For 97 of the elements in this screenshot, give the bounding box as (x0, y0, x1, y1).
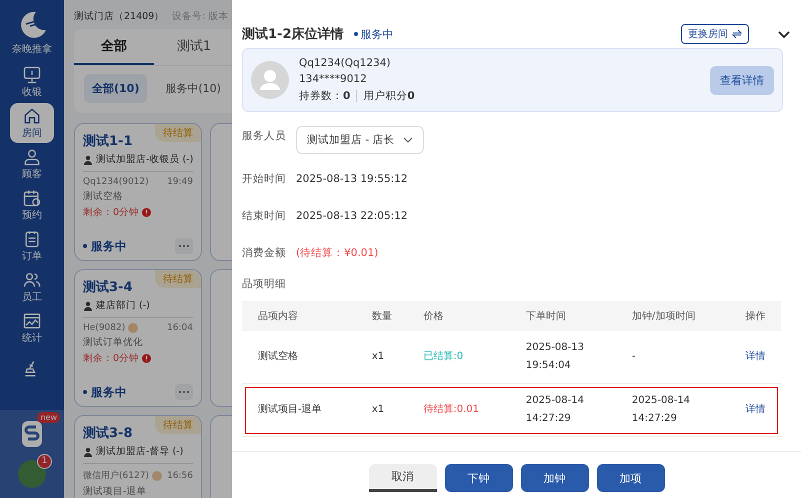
remaining-time: 剩余：0分钟 (83, 352, 140, 365)
staff-name: 测试加盟店-收银员 (-) (96, 153, 194, 166)
more-button[interactable] (175, 384, 193, 400)
service-status: 服务中 (354, 26, 394, 42)
details-link[interactable]: 详情 (745, 402, 766, 416)
tab[interactable]: 全部 (74, 29, 154, 65)
remaining-time: 剩余：0分钟 (83, 206, 140, 219)
column-header: 数量 (356, 301, 408, 331)
field-label: 结束时间 (242, 208, 286, 222)
column-header: 价格 (407, 301, 510, 331)
change-room-button[interactable]: 更换房间 (681, 24, 749, 44)
person-icon (22, 147, 42, 167)
filter-chip[interactable]: 全部(10) (84, 74, 148, 103)
nav-item[interactable]: 顾客 (10, 144, 54, 184)
price-cell: 已结算:0 (407, 331, 510, 384)
dots-icon (178, 390, 190, 394)
user-points: 用户积分0 (363, 89, 415, 103)
field-label: 消费金额 (242, 246, 286, 260)
staff-icon (83, 154, 93, 164)
staff-select[interactable]: 测试加盟店 - 店长 (296, 126, 424, 154)
pending-badge: 待结算 (155, 124, 201, 142)
staff-icon (83, 446, 93, 456)
service-status: 服务中 (83, 238, 127, 254)
table-cell: 2025-08-14 14:27:29 (510, 384, 616, 436)
column-header: 操作 (729, 301, 781, 331)
pending-badge: 待结算 (155, 416, 201, 434)
staff-name: 建店部门 (-) (96, 299, 150, 312)
field-label: 开始时间 (242, 172, 286, 186)
coupon-count: 持券数：0 (299, 89, 350, 103)
service-item: 测试订单优化 (83, 336, 144, 349)
calendar-icon (22, 188, 42, 208)
panel-title: 测试1-2床位详情 (242, 26, 344, 43)
section-title: 品项明细 (242, 277, 287, 292)
tab[interactable]: 测试1 (154, 29, 232, 65)
price-cell: 待结算:0.01 (407, 384, 510, 436)
staff-name: 测试加盟店-督导 (-) (96, 445, 184, 458)
column-header: 品项内容 (242, 301, 356, 331)
table-cell: 测试空格 (242, 331, 356, 384)
service-item: 测试空格 (83, 190, 124, 203)
nav-item[interactable]: 收银 (10, 62, 54, 102)
dots-icon (178, 244, 190, 248)
table-cell: 2025-08-14 14:27:29 (616, 384, 730, 436)
room-card[interactable]: 待结算 测试3-8 测试加盟店-督导 (-) 微信用户(6127) 16:56 测试项目-退单 (74, 415, 202, 498)
table-cell: x1 (356, 384, 408, 436)
field-value: 2025-08-13 22:05:12 (296, 210, 408, 222)
warning-icon (142, 208, 152, 217)
notification-badge: 1 (37, 454, 52, 469)
pending-badge: 待结算 (155, 270, 201, 288)
nav-item[interactable]: 统计 (10, 308, 54, 348)
store-title: 测试门店（21409） (74, 10, 164, 23)
service-item: 测试项目-退单 (83, 485, 148, 498)
field-label: 服务人员 (242, 129, 286, 143)
details-link[interactable]: 详情 (745, 349, 766, 363)
room-name: 测试3-8 (83, 425, 132, 442)
action-button[interactable]: 加钟 (520, 464, 588, 492)
avatar-icon (251, 61, 289, 99)
chevron-down-icon (403, 135, 413, 145)
swap-icon (732, 29, 742, 39)
column-header: 下单时间 (510, 301, 616, 331)
logo-text: 奈晚推拿 (12, 42, 52, 56)
nav-item[interactable]: 房间 (10, 103, 54, 143)
staff-icon (83, 300, 93, 310)
nav-item[interactable]: 订单 (10, 226, 54, 266)
service-status: 服务中 (83, 384, 127, 400)
table-cell: - (616, 331, 730, 384)
room-name: 测试1-1 (83, 133, 132, 150)
field-value: 2025-08-13 19:55:12 (296, 172, 408, 184)
start-time: 16:56 (167, 470, 193, 480)
nav-item[interactable]: 员工 (10, 267, 54, 307)
device-label: 设备号: 版本 (172, 10, 228, 23)
customer-name: 微信用户(6127) (83, 470, 149, 482)
action-button[interactable]: 取消 (368, 464, 436, 492)
customer-name: Qq1234(9012) (83, 177, 149, 187)
table-cell: 2025-08-13 19:54:04 (510, 331, 616, 384)
customer-name: Qq1234(Qq1234) (299, 57, 392, 69)
customer-name: He(9082) (83, 323, 126, 333)
nav-item[interactable]: 预约 (10, 185, 54, 225)
room-card[interactable]: 待结算 测试3-4 建店部门 (-) He(9082) 16:04 测试订单优化 剩余：0分钟 服务中 (74, 269, 202, 407)
table-cell: x1 (356, 331, 408, 384)
action-button[interactable]: 下钟 (444, 464, 512, 492)
more-button[interactable] (175, 238, 193, 254)
room-name: 测试3-4 (83, 279, 132, 296)
start-time: 16:04 (167, 323, 193, 333)
column-header: 加钟/加项时间 (616, 301, 730, 331)
room-card[interactable]: 待结算 测试1-1 测试加盟店-收银员 (-) Qq1234(9012) 19:49 测试空格 剩余：0分钟 服务中 (74, 123, 202, 261)
new-badge: new (37, 412, 60, 423)
table-cell: 测试项目-退单 (242, 384, 356, 436)
house-icon (22, 106, 42, 126)
customer-phone: 134****9012 (299, 73, 368, 85)
field-value: (待结算：¥0.01) (296, 246, 378, 260)
warning-icon (142, 354, 152, 363)
filter-chip[interactable]: 服务中(10) (157, 74, 229, 103)
monitor-icon (22, 65, 42, 85)
start-time: 19:49 (167, 177, 193, 187)
view-details-button[interactable]: 查看详情 (710, 66, 774, 94)
action-button[interactable]: 加项 (596, 464, 664, 492)
chart-icon (22, 311, 42, 331)
